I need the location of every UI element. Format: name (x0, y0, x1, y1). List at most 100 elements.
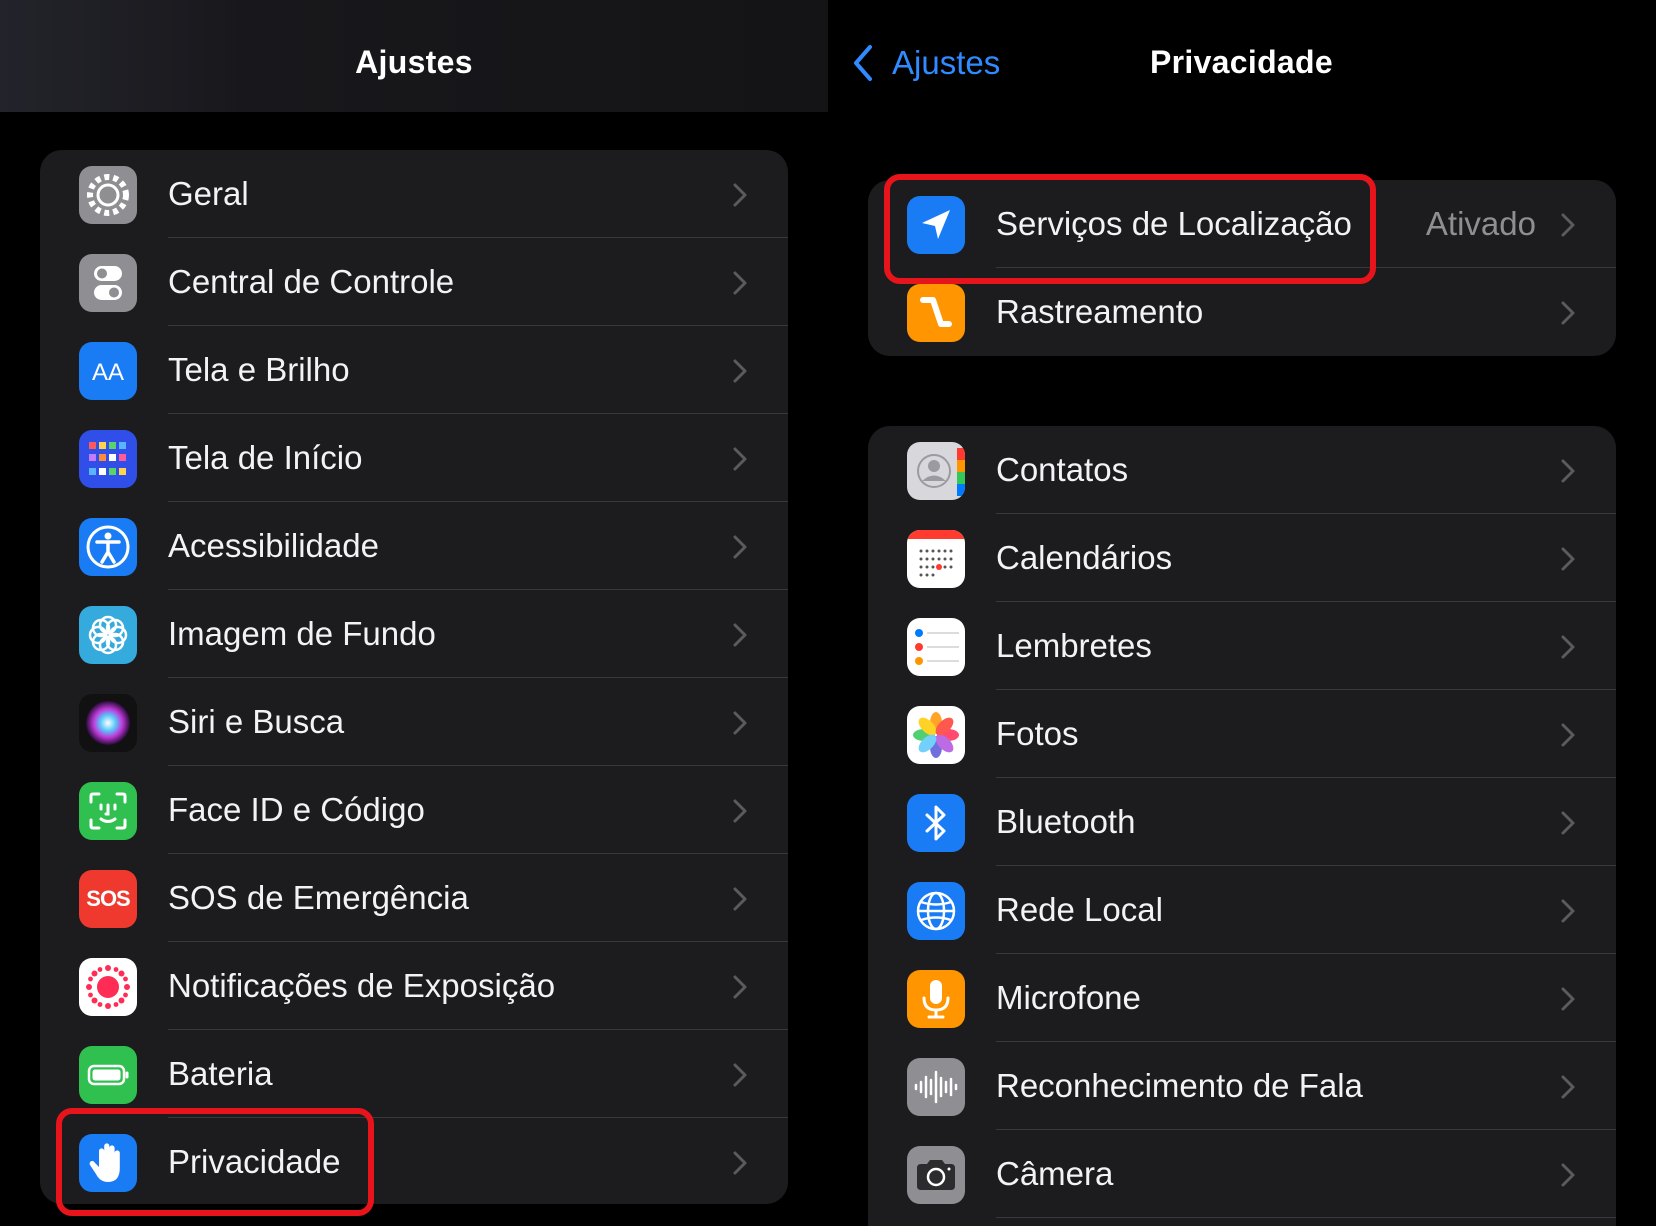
settings-item-label: Acessibilidade (168, 527, 379, 564)
privacy-nav-bar: Ajustes Privacidade (828, 0, 1656, 112)
chevron-right-icon (732, 182, 748, 208)
tracking-icon (907, 284, 965, 342)
accessibility-icon (79, 518, 137, 576)
privacy-item-fotos[interactable]: Fotos (868, 690, 1616, 778)
settings-item-label: SOS de Emergência (168, 879, 469, 916)
privacy-item-label: Calendários (996, 539, 1173, 576)
settings-item-label: Siri e Busca (168, 703, 345, 740)
siri-icon (79, 694, 137, 752)
settings-item-label: Face ID e Código (168, 791, 425, 828)
reminders-icon (907, 618, 965, 676)
text-size-icon: AA (79, 342, 137, 400)
location-arrow-icon (907, 196, 965, 254)
home-grid-icon (79, 430, 137, 488)
gear-icon (79, 166, 137, 224)
chevron-right-icon (1560, 212, 1576, 238)
bluetooth-icon (907, 794, 965, 852)
chevron-right-icon (1560, 1162, 1576, 1188)
privacy-item-label: Rede Local (996, 891, 1163, 928)
calendar-icon (907, 530, 965, 588)
privacy-item-label: Microfone (996, 979, 1141, 1016)
chevron-right-icon (732, 798, 748, 824)
photos-icon (907, 706, 965, 764)
back-button[interactable]: Ajustes (852, 44, 1000, 82)
settings-item-face-id[interactable]: Face ID e Código (40, 766, 788, 854)
settings-item-imagem-de-fundo[interactable]: Imagem de Fundo (40, 590, 788, 678)
chevron-right-icon (1560, 458, 1576, 484)
privacy-pane: Ajustes Privacidade Serviços de Localiza… (828, 0, 1656, 1226)
settings-item-siri-e-busca[interactable]: Siri e Busca (40, 678, 788, 766)
privacy-item-label: Bluetooth (996, 803, 1136, 840)
settings-list: Geral Central de Controle AA Tela e Bril… (40, 150, 788, 1204)
settings-item-notificacoes-exposicao[interactable]: Notificações de Exposição (40, 942, 788, 1030)
chevron-right-icon (1560, 634, 1576, 660)
page-title: Privacidade (1150, 44, 1333, 80)
chevron-right-icon (732, 886, 748, 912)
chevron-right-icon (1560, 898, 1576, 924)
settings-item-label: Privacidade (168, 1143, 341, 1180)
svg-text:AA: AA (92, 359, 124, 386)
settings-item-label: Geral (168, 175, 249, 212)
settings-item-label: Tela de Início (168, 439, 363, 476)
privacy-item-lembretes[interactable]: Lembretes (868, 602, 1616, 690)
chevron-right-icon (1560, 546, 1576, 572)
sos-icon-text: SOS (86, 886, 130, 911)
privacy-item-contatos[interactable]: Contatos (868, 426, 1616, 514)
chevron-right-icon (732, 534, 748, 560)
battery-icon (79, 1046, 137, 1104)
back-button-label: Ajustes (892, 44, 1001, 81)
privacy-item-label: Lembretes (996, 627, 1152, 664)
sos-icon: SOS (79, 870, 137, 928)
chevron-right-icon (1560, 986, 1576, 1012)
privacy-item-servicos-localizacao[interactable]: Serviços de Localização Ativado (868, 180, 1616, 268)
privacy-item-label: Reconhecimento de Fala (996, 1067, 1363, 1104)
chevron-right-icon (1560, 810, 1576, 836)
settings-item-geral[interactable]: Geral (40, 150, 788, 238)
page-title: Ajustes (355, 44, 473, 80)
settings-item-label: Central de Controle (168, 263, 455, 300)
privacy-item-label: Serviços de Localização (996, 205, 1352, 242)
settings-item-central-de-controle[interactable]: Central de Controle (40, 238, 788, 326)
chevron-right-icon (1560, 722, 1576, 748)
chevron-left-icon (854, 45, 872, 81)
privacy-item-label: Contatos (996, 451, 1129, 488)
privacy-item-reconhecimento-fala[interactable]: Reconhecimento de Fala (868, 1042, 1616, 1130)
chevron-right-icon (732, 974, 748, 1000)
privacy-item-rastreamento[interactable]: Rastreamento (868, 268, 1616, 356)
chevron-right-icon (1560, 1074, 1576, 1100)
globe-icon (907, 882, 965, 940)
location-status-value: Ativado (1425, 205, 1536, 242)
settings-item-label: Notificações de Exposição (168, 967, 556, 1004)
settings-item-label: Bateria (168, 1055, 273, 1092)
waveform-icon (907, 1058, 965, 1116)
chevron-right-icon (1560, 300, 1576, 326)
chevron-right-icon (732, 710, 748, 736)
privacy-item-bluetooth[interactable]: Bluetooth (868, 778, 1616, 866)
settings-item-tela-de-inicio[interactable]: Tela de Início (40, 414, 788, 502)
settings-item-bateria[interactable]: Bateria (40, 1030, 788, 1118)
privacy-apps-group: Contatos Calendários Lembretes Fotos Blu… (868, 426, 1616, 1226)
settings-item-label: Imagem de Fundo (168, 615, 436, 652)
chevron-right-icon (732, 358, 748, 384)
chevron-right-icon (732, 446, 748, 472)
privacy-item-camera[interactable]: Câmera (868, 1130, 1616, 1218)
microphone-icon (907, 970, 965, 1028)
chevron-right-icon (732, 270, 748, 296)
privacy-item-label: Rastreamento (996, 293, 1204, 330)
privacy-top-group: Serviços de Localização Ativado Rastream… (868, 180, 1616, 356)
settings-pane: Ajustes Geral Central de Controle AA Tel… (0, 0, 828, 1226)
camera-icon (907, 1146, 965, 1204)
toggles-icon (79, 254, 137, 312)
settings-nav-bar: Ajustes (0, 0, 828, 112)
privacy-item-microfone[interactable]: Microfone (868, 954, 1616, 1042)
face-id-icon (79, 782, 137, 840)
privacy-item-rede-local[interactable]: Rede Local (868, 866, 1616, 954)
settings-item-privacidade[interactable]: Privacidade (40, 1118, 788, 1204)
chevron-right-icon (732, 622, 748, 648)
privacy-item-label: Câmera (996, 1155, 1114, 1192)
settings-item-tela-e-brilho[interactable]: AA Tela e Brilho (40, 326, 788, 414)
settings-item-acessibilidade[interactable]: Acessibilidade (40, 502, 788, 590)
settings-item-sos[interactable]: SOS SOS de Emergência (40, 854, 788, 942)
privacy-item-label: Fotos (996, 715, 1079, 752)
privacy-item-calendarios[interactable]: Calendários (868, 514, 1616, 602)
